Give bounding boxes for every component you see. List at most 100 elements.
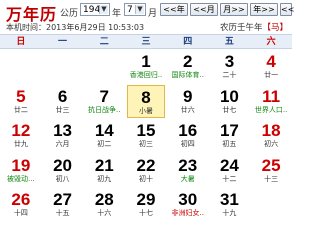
weekday-label: 一 xyxy=(58,37,68,47)
weekday-label: 三 xyxy=(141,37,151,47)
day-cell[interactable]: 10 廿七 xyxy=(210,85,248,118)
day-cell[interactable]: 11 世界人口.. xyxy=(252,85,290,118)
next-month-button[interactable]: 月>> xyxy=(220,3,248,16)
lunar-day-label: 抗日战争.. xyxy=(88,105,121,114)
day-cell[interactable]: 31 十九 xyxy=(210,188,248,221)
day-cell[interactable]: 24 十二 xyxy=(210,154,248,187)
lunar-day-label: 廿三 xyxy=(55,105,70,114)
weekday-label: 五 xyxy=(224,37,234,47)
lunar-day-label: 廿九 xyxy=(13,140,28,148)
lunar-day-label: 初五 xyxy=(222,140,237,148)
day-number: 25 xyxy=(261,155,281,175)
day-number: 13 xyxy=(53,121,73,140)
next-year-button[interactable]: 年>> xyxy=(250,3,278,16)
day-cell[interactable]: 15 初三 xyxy=(127,119,165,152)
day-number: 18 xyxy=(261,121,281,140)
extra-nav-button[interactable]: << xyxy=(280,3,294,16)
month-select-value: 7 xyxy=(127,5,133,15)
day-cell[interactable]: 25 十三 xyxy=(252,154,290,187)
day-number: 6 xyxy=(57,86,68,106)
month-suffix-label: 月 xyxy=(148,9,158,19)
day-cell[interactable]: 9 廿六 xyxy=(169,85,207,118)
day-number: 29 xyxy=(136,190,156,209)
lunar-day-label: 初九 xyxy=(97,174,112,183)
lunar-day-label: 大暑 xyxy=(180,174,195,183)
day-cell[interactable]: 29 十七 xyxy=(127,188,165,221)
day-number: 26 xyxy=(11,190,31,209)
prev-year-button[interactable]: <<年 xyxy=(160,3,188,16)
day-cell[interactable]: 19 被毁动... xyxy=(2,154,40,187)
year-select[interactable]: 1942 ▼ xyxy=(80,3,110,16)
day-number: 23 xyxy=(178,155,198,175)
lunar-day-label: 被毁动... xyxy=(7,174,35,183)
toolbar: 万年历 公历 1942 ▼ 年 7 ▼ 月 <<年 <<月 月>> 年>> <<… xyxy=(0,0,294,34)
day-number: 1 xyxy=(141,52,151,71)
lunar-day-label: 世界人口.. xyxy=(254,105,288,114)
lunar-day-label: 十九 xyxy=(222,209,237,217)
lunar-day-label: 初四 xyxy=(180,140,195,148)
day-cell[interactable]: 17 初五 xyxy=(210,119,248,152)
day-cell[interactable]: 14 初二 xyxy=(85,119,123,152)
weekday-label: 日 xyxy=(16,37,26,47)
lunar-day-label: 初二 xyxy=(97,140,112,148)
calendar-type-label: 公历 xyxy=(60,9,79,19)
prev-month-button[interactable]: <<月 xyxy=(190,3,218,16)
day-number: 11 xyxy=(262,86,281,106)
day-number: 2 xyxy=(182,52,193,71)
day-cell[interactable]: 13 六月 xyxy=(44,119,82,152)
day-number: 20 xyxy=(53,155,73,175)
day-number: 14 xyxy=(94,121,114,140)
day-number: 21 xyxy=(94,155,114,175)
lunar-day-label: 香港回归.. xyxy=(129,71,163,79)
day-number: 19 xyxy=(11,155,31,175)
day-cell[interactable]: 1 香港回归.. xyxy=(127,50,165,83)
day-number: 27 xyxy=(53,190,73,209)
day-number: 3 xyxy=(224,52,235,71)
day-cell[interactable]: 12 廿九 xyxy=(2,119,40,152)
day-number: 7 xyxy=(99,86,110,106)
chevron-down-icon: ▼ xyxy=(99,5,108,14)
day-cell[interactable]: 7 抗日战争.. xyxy=(85,85,123,118)
lunar-day-label: 初六 xyxy=(264,140,279,148)
day-number: 15 xyxy=(136,121,156,140)
lunar-day-label: 二十 xyxy=(222,71,237,79)
day-cell[interactable]: 18 初六 xyxy=(252,119,290,152)
day-cell[interactable]: 6 廿三 xyxy=(44,85,82,118)
weekday-label: 四 xyxy=(183,37,193,47)
month-select[interactable]: 7 ▼ xyxy=(124,3,146,16)
day-cell[interactable]: 23 大暑 xyxy=(169,154,207,187)
day-cell-today[interactable]: 8 小暑 xyxy=(127,84,165,118)
lunar-day-label: 十六 xyxy=(97,209,112,217)
day-cell[interactable]: 27 十五 xyxy=(44,188,82,221)
day-cell[interactable]: 16 初四 xyxy=(169,119,207,152)
day-number: 28 xyxy=(94,190,114,209)
day-number: 4 xyxy=(266,52,276,71)
day-cell[interactable]: 20 初八 xyxy=(44,154,82,187)
day-number: 17 xyxy=(219,121,239,140)
lunar-day-label: 十五 xyxy=(55,209,70,217)
day-cell[interactable]: 3 二十 xyxy=(210,50,248,83)
day-number: 10 xyxy=(219,86,239,106)
day-cell[interactable]: 2 国际体育.. xyxy=(169,50,207,83)
lunar-day-label: 廿七 xyxy=(222,105,237,114)
lunar-year: 农历壬午年【马】 xyxy=(220,21,288,33)
day-cell[interactable]: 28 十六 xyxy=(85,188,123,221)
lunar-day-label: 小暑 xyxy=(139,106,153,115)
day-cell[interactable]: 26 十四 xyxy=(2,188,40,221)
lunar-day-label: 十三 xyxy=(264,174,279,183)
day-cell[interactable]: 22 初十 xyxy=(127,154,165,187)
lunar-day-label: 初三 xyxy=(139,140,153,148)
day-number: 30 xyxy=(178,190,198,209)
day-cell[interactable]: 4 廿一 xyxy=(252,50,290,83)
lunar-day-label: 初十 xyxy=(139,174,153,183)
day-number: 12 xyxy=(11,121,31,140)
day-cell[interactable]: 21 初九 xyxy=(85,154,123,187)
weekday-label: 二 xyxy=(99,37,109,47)
day-cell[interactable]: 5 廿二 xyxy=(2,85,40,118)
lunar-day-label: 廿六 xyxy=(180,105,195,114)
lunar-day-label: 初八 xyxy=(55,174,70,183)
day-number: 24 xyxy=(219,155,239,175)
lunar-day-label: 十二 xyxy=(222,174,237,183)
day-cell[interactable]: 30 非洲妇女.. xyxy=(169,188,207,221)
lunar-day-label: 六月 xyxy=(55,140,70,148)
